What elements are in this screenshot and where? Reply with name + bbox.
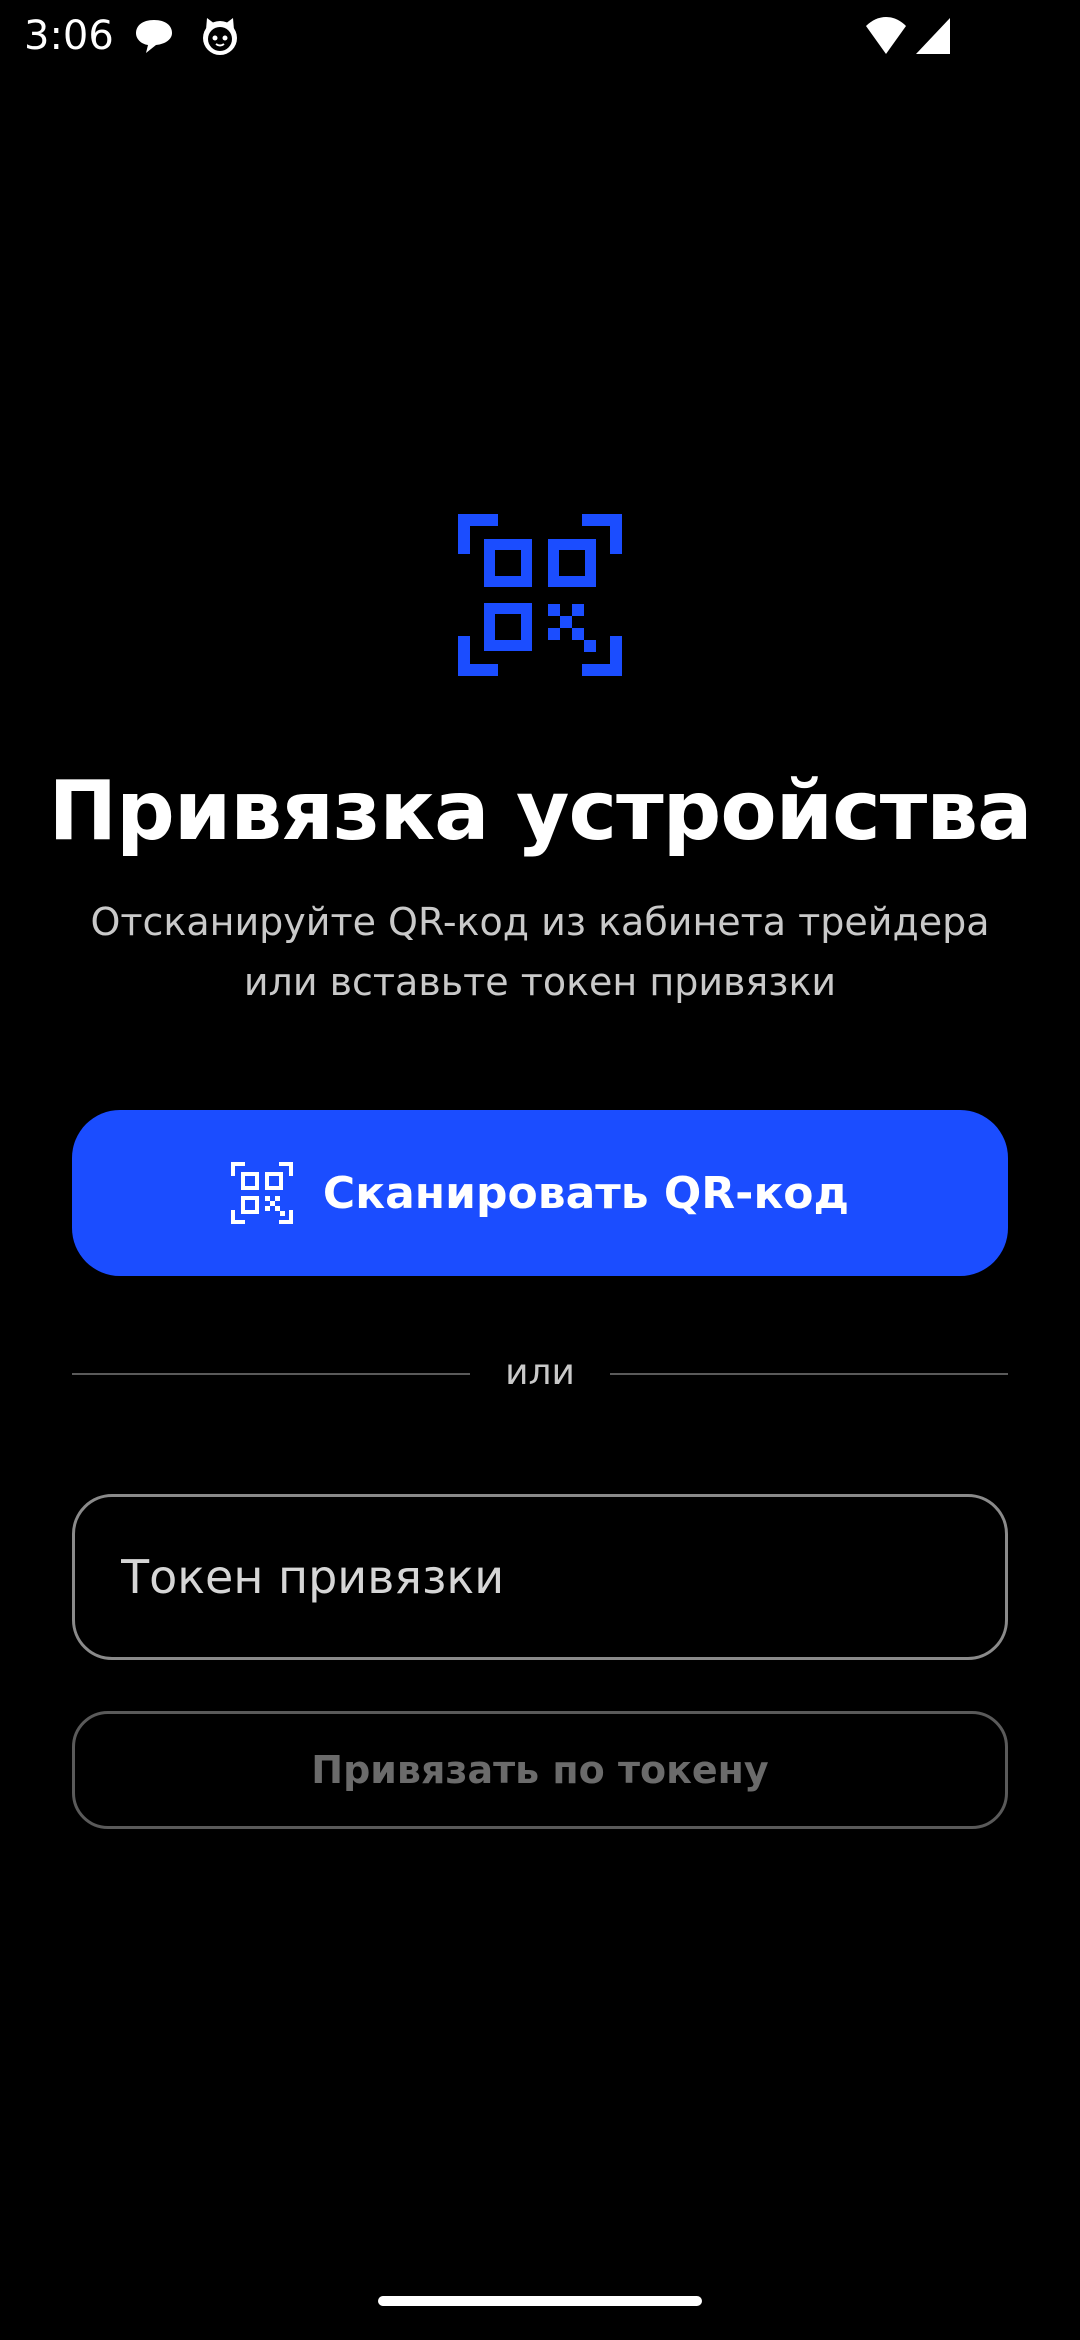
qr-code-scan-icon [458,514,622,676]
cat-face-icon [198,14,242,58]
qr-code-scan-icon [230,1162,293,1224]
subtitle-line-2: или вставьте токен привязки [243,960,837,1004]
cellular-signal-icon [912,14,956,58]
subtitle: Отсканируйте QR-код из кабинета трейдера… [60,892,1020,1012]
token-input[interactable] [72,1494,1008,1660]
subtitle-line-1: Отсканируйте QR-код из кабинета трейдера [90,900,990,944]
bind-by-token-button-label: Привязать по токену [311,1748,769,1792]
bind-by-token-button[interactable]: Привязать по токену [72,1711,1008,1829]
status-bar: 3:06 [0,0,1080,72]
wifi-icon [864,14,908,58]
status-time: 3:06 [24,13,114,59]
home-indicator[interactable] [378,2296,702,2306]
divider-line-right [610,1373,1008,1375]
chat-bubble-icon [132,14,176,58]
divider-or-text: или [505,1352,575,1393]
divider-line-left [72,1373,470,1375]
scan-qr-button-label: Сканировать QR-код [322,1167,850,1219]
page-title: Привязка устройства [48,764,1033,859]
scan-qr-button[interactable]: Сканировать QR-код [72,1110,1008,1276]
